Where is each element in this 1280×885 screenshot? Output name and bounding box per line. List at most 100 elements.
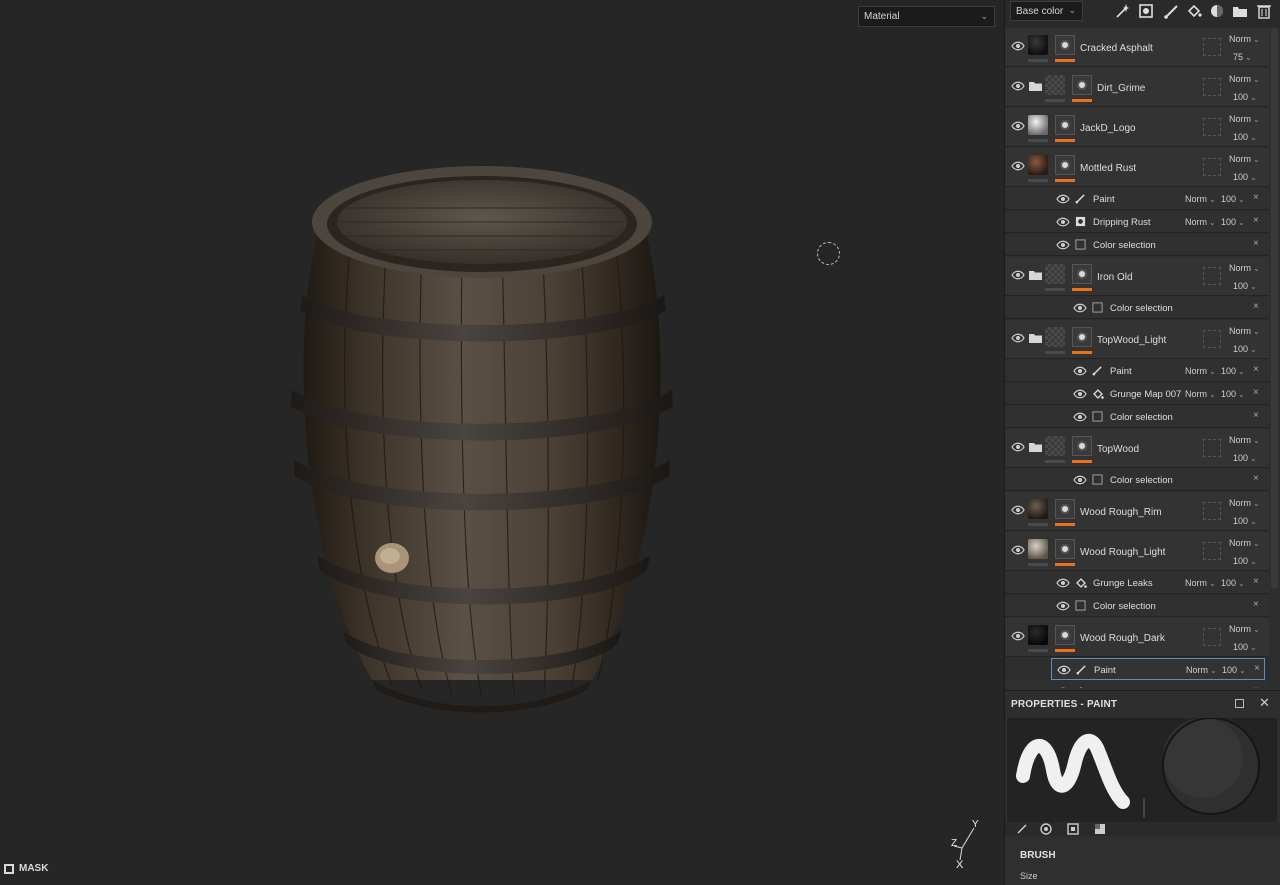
visibility-eye-icon[interactable] — [1073, 303, 1087, 313]
layer-row[interactable]: Iron Old Norm ⌄ 100 ⌄ — [1005, 257, 1269, 296]
mask-thumbnail[interactable] — [1055, 499, 1075, 519]
layer-channel-slot[interactable] — [1203, 502, 1221, 520]
opacity-dropdown[interactable]: 100⌄ — [1233, 132, 1257, 142]
opacity-dropdown[interactable]: 100⌄ — [1221, 194, 1245, 204]
visibility-eye-icon[interactable] — [1011, 545, 1025, 555]
effect-name[interactable]: Dripping Rust — [1093, 217, 1151, 228]
opacity-dropdown[interactable]: 100⌄ — [1221, 366, 1245, 376]
opacity-dropdown[interactable]: 100⌄ — [1233, 344, 1257, 354]
add-mask-icon[interactable] — [1138, 3, 1154, 19]
blend-mode-dropdown[interactable]: Norm⌄ — [1185, 194, 1216, 204]
visibility-eye-icon[interactable] — [1057, 665, 1071, 675]
remove-effect-icon[interactable]: × — [1253, 387, 1259, 398]
layer-stack[interactable]: Cracked Asphalt Norm ⌄ 75 ⌄ Dirt_Grime Norm ⌄ 10… — [1005, 28, 1269, 688]
layer-name[interactable]: Wood Rough_Dark — [1080, 633, 1165, 644]
layer-row[interactable]: Wood Rough_Rim Norm ⌄ 100 ⌄ — [1005, 492, 1269, 531]
3d-viewport[interactable]: Material ⌄ Y Z X MASK — [0, 0, 1004, 885]
visibility-eye-icon[interactable] — [1011, 81, 1025, 91]
layer-row[interactable]: Wood Rough_Dark Norm ⌄ 100 ⌄ — [1005, 618, 1269, 657]
opacity-dropdown[interactable]: 100⌄ — [1221, 389, 1245, 399]
remove-effect-icon[interactable]: × — [1253, 192, 1259, 203]
blend-mode-dropdown[interactable]: Norm⌄ — [1185, 687, 1216, 688]
layer-channel-slot[interactable] — [1203, 38, 1221, 56]
opacity-dropdown[interactable]: 100⌄ — [1233, 453, 1257, 463]
blend-mode-dropdown[interactable]: Norm⌄ — [1229, 498, 1260, 508]
effect-row[interactable]: Dripping Rust Norm ⌄ 100 ⌄ × — [1005, 211, 1269, 233]
opacity-dropdown[interactable]: 100⌄ — [1221, 217, 1245, 227]
effect-row[interactable]: Paint Norm ⌄ 100 ⌄ × — [1005, 360, 1269, 382]
visibility-eye-icon[interactable] — [1056, 601, 1070, 611]
opacity-dropdown[interactable]: 100⌄ — [1233, 281, 1257, 291]
blend-mode-dropdown[interactable]: Norm⌄ — [1229, 263, 1260, 273]
add-fill-icon[interactable] — [1186, 3, 1202, 19]
viewport-mode-dropdown[interactable]: Material ⌄ — [858, 6, 995, 27]
effect-row[interactable]: Paint Norm ⌄ 100 ⌄ × — [1051, 658, 1265, 680]
layer-row[interactable]: Cracked Asphalt Norm ⌄ 75 ⌄ — [1005, 28, 1269, 67]
opacity-dropdown[interactable]: 100⌄ — [1233, 556, 1257, 566]
effect-name[interactable]: Grunge Map 002 — [1093, 687, 1164, 688]
magic-wand-icon[interactable] — [1114, 3, 1130, 19]
remove-effect-icon[interactable]: × — [1254, 663, 1260, 674]
visibility-eye-icon[interactable] — [1073, 475, 1087, 485]
mask-thumbnail[interactable] — [1072, 75, 1092, 95]
effect-name[interactable]: Color selection — [1110, 303, 1173, 314]
layer-channel-slot[interactable] — [1203, 118, 1221, 136]
blend-mode-dropdown[interactable]: Norm⌄ — [1229, 624, 1260, 634]
layer-channel-slot[interactable] — [1203, 542, 1221, 560]
blend-mode-dropdown[interactable]: Norm⌄ — [1229, 326, 1260, 336]
layer-name[interactable]: TopWood — [1097, 444, 1139, 455]
blend-mode-dropdown[interactable]: Norm⌄ — [1229, 74, 1260, 84]
opacity-dropdown[interactable]: 75 ⌄ — [1233, 52, 1252, 62]
effect-row[interactable]: Paint Norm ⌄ 100 ⌄ × — [1005, 188, 1269, 210]
effect-name[interactable]: Color selection — [1110, 475, 1173, 486]
mask-thumbnail[interactable] — [1055, 155, 1075, 175]
layer-name[interactable]: Iron Old — [1097, 272, 1133, 283]
opacity-dropdown[interactable]: 100⌄ — [1233, 92, 1257, 102]
visibility-eye-icon[interactable] — [1073, 412, 1087, 422]
effect-name[interactable]: Paint — [1094, 665, 1116, 676]
effect-row[interactable]: Grunge Map 007 Norm ⌄ 100 ⌄ × — [1005, 383, 1269, 405]
visibility-eye-icon[interactable] — [1011, 161, 1025, 171]
remove-effect-icon[interactable]: × — [1253, 215, 1259, 226]
layer-row[interactable]: JackD_Logo Norm ⌄ 100 ⌄ — [1005, 108, 1269, 147]
effect-name[interactable]: Color selection — [1093, 240, 1156, 251]
layer-name[interactable]: JackD_Logo — [1080, 123, 1136, 134]
add-material-icon[interactable] — [1209, 3, 1225, 19]
mask-thumbnail[interactable] — [1055, 539, 1075, 559]
layer-name[interactable]: Cracked Asphalt — [1080, 43, 1153, 54]
remove-effect-icon[interactable]: × — [1253, 364, 1259, 375]
opacity-dropdown[interactable]: 100⌄ — [1221, 687, 1245, 688]
blend-mode-dropdown[interactable]: Norm⌄ — [1185, 389, 1216, 399]
layer-name[interactable]: Wood Rough_Light — [1080, 547, 1165, 558]
channel-select[interactable]: Base color ⌄ — [1010, 1, 1083, 21]
blend-mode-dropdown[interactable]: Norm⌄ — [1185, 366, 1216, 376]
effect-row[interactable]: Color selection × — [1005, 234, 1269, 256]
visibility-eye-icon[interactable] — [1056, 217, 1070, 227]
opacity-dropdown[interactable]: 100⌄ — [1233, 172, 1257, 182]
layer-channel-slot[interactable] — [1203, 267, 1221, 285]
layer-row[interactable]: Dirt_Grime Norm ⌄ 100 ⌄ — [1005, 68, 1269, 107]
tab-stencil-icon[interactable] — [1066, 823, 1080, 835]
blend-mode-dropdown[interactable]: Norm⌄ — [1229, 538, 1260, 548]
delete-icon[interactable] — [1256, 3, 1272, 19]
visibility-eye-icon[interactable] — [1073, 366, 1087, 376]
mask-indicator[interactable]: MASK — [4, 863, 48, 874]
layer-stack-scrollbar[interactable] — [1271, 28, 1278, 588]
opacity-dropdown[interactable]: 100⌄ — [1222, 665, 1246, 675]
layer-row[interactable]: TopWood Norm ⌄ 100 ⌄ — [1005, 429, 1269, 468]
layer-channel-slot[interactable] — [1203, 439, 1221, 457]
visibility-eye-icon[interactable] — [1056, 687, 1070, 688]
blend-mode-dropdown[interactable]: Norm⌄ — [1185, 578, 1216, 588]
add-folder-icon[interactable] — [1232, 3, 1248, 19]
layer-name[interactable]: Wood Rough_Rim — [1080, 507, 1162, 518]
remove-effect-icon[interactable]: × — [1253, 576, 1259, 587]
tab-material-icon[interactable] — [1039, 823, 1053, 835]
blend-mode-dropdown[interactable]: Norm⌄ — [1229, 435, 1260, 445]
effect-name[interactable]: Grunge Leaks — [1093, 578, 1153, 589]
blend-mode-dropdown[interactable]: Norm⌄ — [1229, 154, 1260, 164]
visibility-eye-icon[interactable] — [1056, 240, 1070, 250]
visibility-eye-icon[interactable] — [1011, 270, 1025, 280]
effect-row[interactable]: Color selection × — [1005, 406, 1269, 428]
blend-mode-dropdown[interactable]: Norm⌄ — [1229, 34, 1260, 44]
add-paint-icon[interactable] — [1163, 3, 1179, 19]
